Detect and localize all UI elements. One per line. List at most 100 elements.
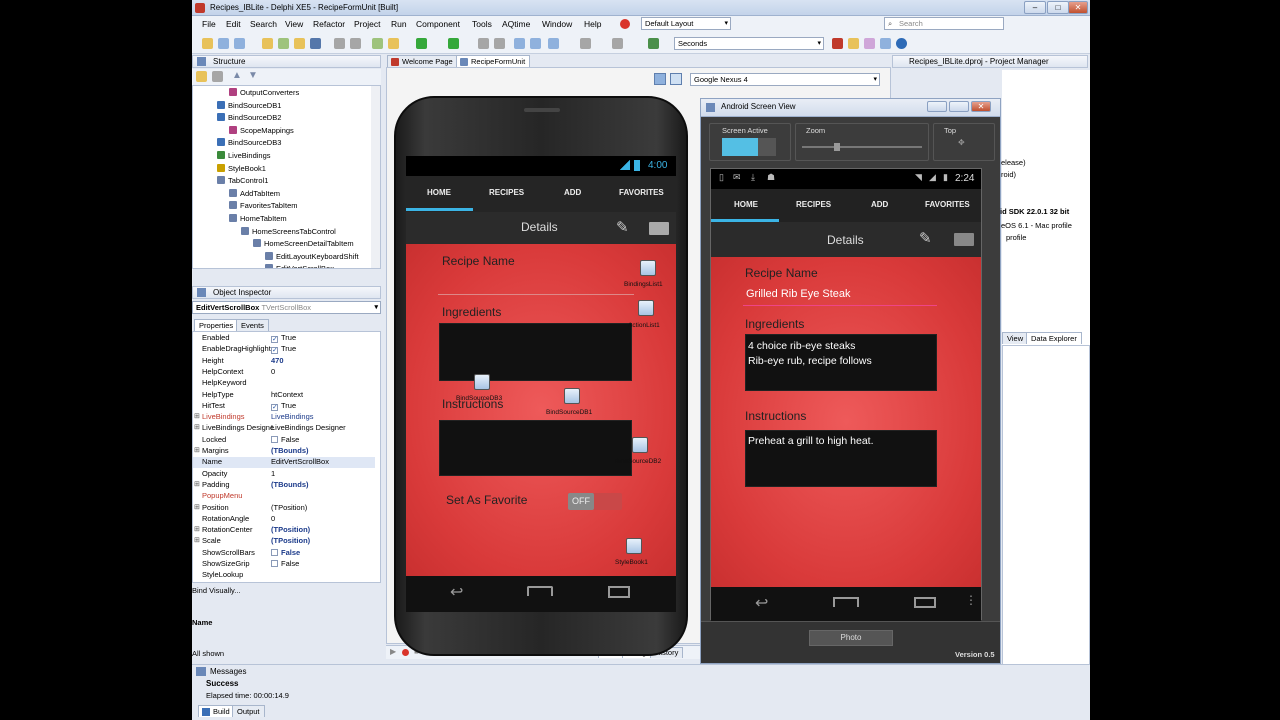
property-value[interactable]: 0 xyxy=(271,514,275,523)
tab-model-view[interactable]: View xyxy=(1002,332,1029,344)
reset-icon[interactable] xyxy=(494,38,505,49)
structure-tree-item[interactable]: HomeScreensTabControl xyxy=(241,226,336,236)
property-value[interactable]: htContext xyxy=(271,390,303,399)
property-row[interactable]: Height 470 xyxy=(193,356,375,367)
close-button[interactable]: ✕ xyxy=(1068,1,1088,14)
save-all-icon[interactable] xyxy=(294,38,305,49)
expand-icon[interactable]: ⊞ xyxy=(194,503,200,511)
property-row[interactable]: HelpKeyword xyxy=(193,378,375,389)
step-into-icon[interactable] xyxy=(514,38,525,49)
asv-maximize-button[interactable] xyxy=(949,101,969,112)
profiler-options-icon[interactable] xyxy=(864,38,875,49)
property-value[interactable]: ✓ True xyxy=(271,344,296,355)
record-macro-icon[interactable] xyxy=(402,649,409,656)
play-macro-icon[interactable]: ▶ xyxy=(390,647,396,656)
asv-back-icon[interactable]: ↩ xyxy=(755,593,768,613)
property-row[interactable]: Name EditVertScrollBox xyxy=(193,457,375,469)
structure-tree-item[interactable]: TabControl1 xyxy=(217,176,268,185)
component-icon[interactable] xyxy=(648,38,659,49)
expand-icon[interactable]: ⊞ xyxy=(194,480,200,488)
menu-file[interactable]: File xyxy=(202,19,216,29)
trace-icon[interactable] xyxy=(548,38,559,49)
property-row[interactable]: HelpContext 0 xyxy=(193,367,375,378)
pause-icon[interactable] xyxy=(478,38,489,49)
structure-delete-icon[interactable] xyxy=(212,71,223,82)
property-row[interactable]: ⊞ Padding (TBounds) xyxy=(193,480,375,491)
property-value[interactable]: (TBounds) xyxy=(271,446,309,455)
aqtime-icon[interactable] xyxy=(832,38,843,49)
structure-tree-item[interactable]: EditLayoutKeyboardShift xyxy=(265,251,359,261)
menu-window[interactable]: Window xyxy=(542,19,572,29)
checkbox[interactable]: ✓ xyxy=(271,336,278,343)
menu-aqtime[interactable]: AQtime xyxy=(502,19,530,29)
property-row[interactable]: HelpType htContext xyxy=(193,390,375,401)
bind-source-db2-icon[interactable] xyxy=(632,437,648,453)
tab-output[interactable]: Output xyxy=(232,705,265,717)
property-value[interactable]: False xyxy=(271,548,300,557)
property-row[interactable]: ⊞ LiveBindings Designe LiveBindings Design… xyxy=(193,423,375,434)
asv-minimize-button[interactable] xyxy=(927,101,947,112)
structure-tree-item[interactable]: BindSourceDB3 xyxy=(217,138,281,147)
move-down-icon[interactable]: ▼ xyxy=(248,70,258,81)
menu-run[interactable]: Run xyxy=(391,19,407,29)
property-value[interactable]: (TPosition) xyxy=(271,503,307,512)
property-value[interactable]: False xyxy=(271,435,299,444)
property-row[interactable]: ⊞ RotationCenter (TPosition) xyxy=(193,525,375,536)
photo-button[interactable]: Photo xyxy=(809,630,893,646)
property-value[interactable]: 470 xyxy=(271,356,284,365)
designer-recipe-name-edit[interactable] xyxy=(438,294,634,295)
property-value[interactable]: ✓ True xyxy=(271,401,296,411)
add-file-icon[interactable] xyxy=(372,38,383,49)
tab-properties[interactable]: Properties xyxy=(194,319,239,331)
asv-instructions-memo[interactable]: Preheat a grill to high heat. xyxy=(745,430,937,487)
device-view-icon[interactable] xyxy=(654,73,666,85)
property-value[interactable]: False xyxy=(271,559,299,568)
style-book-icon[interactable] xyxy=(626,538,642,554)
property-row[interactable]: ⊞ Scale (TPosition) xyxy=(193,536,375,547)
asv-tab-home[interactable]: HOME xyxy=(734,200,758,209)
menu-edit[interactable]: Edit xyxy=(226,19,241,29)
designer-tab-add[interactable]: ADD xyxy=(564,188,581,197)
bind-source-db3-icon[interactable] xyxy=(474,374,490,390)
property-value[interactable]: 1 xyxy=(271,469,275,478)
save-icon[interactable] xyxy=(278,38,289,49)
asv-pencil-icon[interactable]: ✎ xyxy=(919,229,932,247)
property-row[interactable]: EnableDragHighlight ✓ True xyxy=(193,344,375,355)
property-row[interactable]: Enabled ✓ True xyxy=(193,333,375,344)
asv-home-icon[interactable] xyxy=(833,597,859,607)
info-icon[interactable] xyxy=(896,38,907,49)
structure-scrollbar[interactable] xyxy=(371,86,380,268)
structure-tree-item[interactable]: ScopeMappings xyxy=(229,125,294,135)
cut-icon[interactable] xyxy=(334,38,345,49)
menu-view[interactable]: View xyxy=(285,19,303,29)
screen-active-switch[interactable] xyxy=(722,138,776,156)
structure-tree-item[interactable]: BindSourceDB2 xyxy=(217,113,281,122)
bindings-list-icon[interactable] xyxy=(640,260,656,276)
tab-build[interactable]: Build xyxy=(198,705,235,717)
home-nav-icon[interactable] xyxy=(527,586,553,596)
minimize-button[interactable]: – xyxy=(1024,1,1046,14)
property-row[interactable]: HitTest ✓ True xyxy=(193,401,375,412)
property-value[interactable]: ✓ True xyxy=(271,333,296,343)
new-items-icon[interactable] xyxy=(218,38,229,49)
master-view-icon[interactable] xyxy=(670,73,682,85)
run-icon[interactable] xyxy=(416,38,427,49)
property-value[interactable]: EditVertScrollBox xyxy=(271,457,329,466)
menu-refactor[interactable]: Refactor xyxy=(313,19,345,29)
layout-combo[interactable]: Default Layout ▾ xyxy=(641,17,731,30)
property-row[interactable]: RotationAngle 0 xyxy=(193,514,375,525)
structure-tree-item[interactable]: StyleBook1 xyxy=(217,163,266,173)
property-row[interactable]: Opacity 1 xyxy=(193,469,375,480)
property-row[interactable]: ⊞ Margins (TBounds) xyxy=(193,446,375,457)
asv-tab-favorites[interactable]: FAVORITES xyxy=(925,200,970,209)
profile-icon[interactable] xyxy=(848,38,859,49)
expand-icon[interactable]: ⊞ xyxy=(194,525,200,533)
tab-events[interactable]: Events xyxy=(236,319,269,331)
structure-tree-item[interactable]: HomeTabItem xyxy=(229,214,287,223)
property-value[interactable]: LiveBindings xyxy=(271,412,314,421)
back-nav-icon[interactable]: ↩ xyxy=(450,582,463,602)
seconds-combo[interactable]: Seconds ▾ xyxy=(674,37,824,50)
back-icon[interactable] xyxy=(580,38,591,49)
asv-tab-add[interactable]: ADD xyxy=(871,200,888,209)
asv-folder-icon[interactable] xyxy=(954,233,974,246)
